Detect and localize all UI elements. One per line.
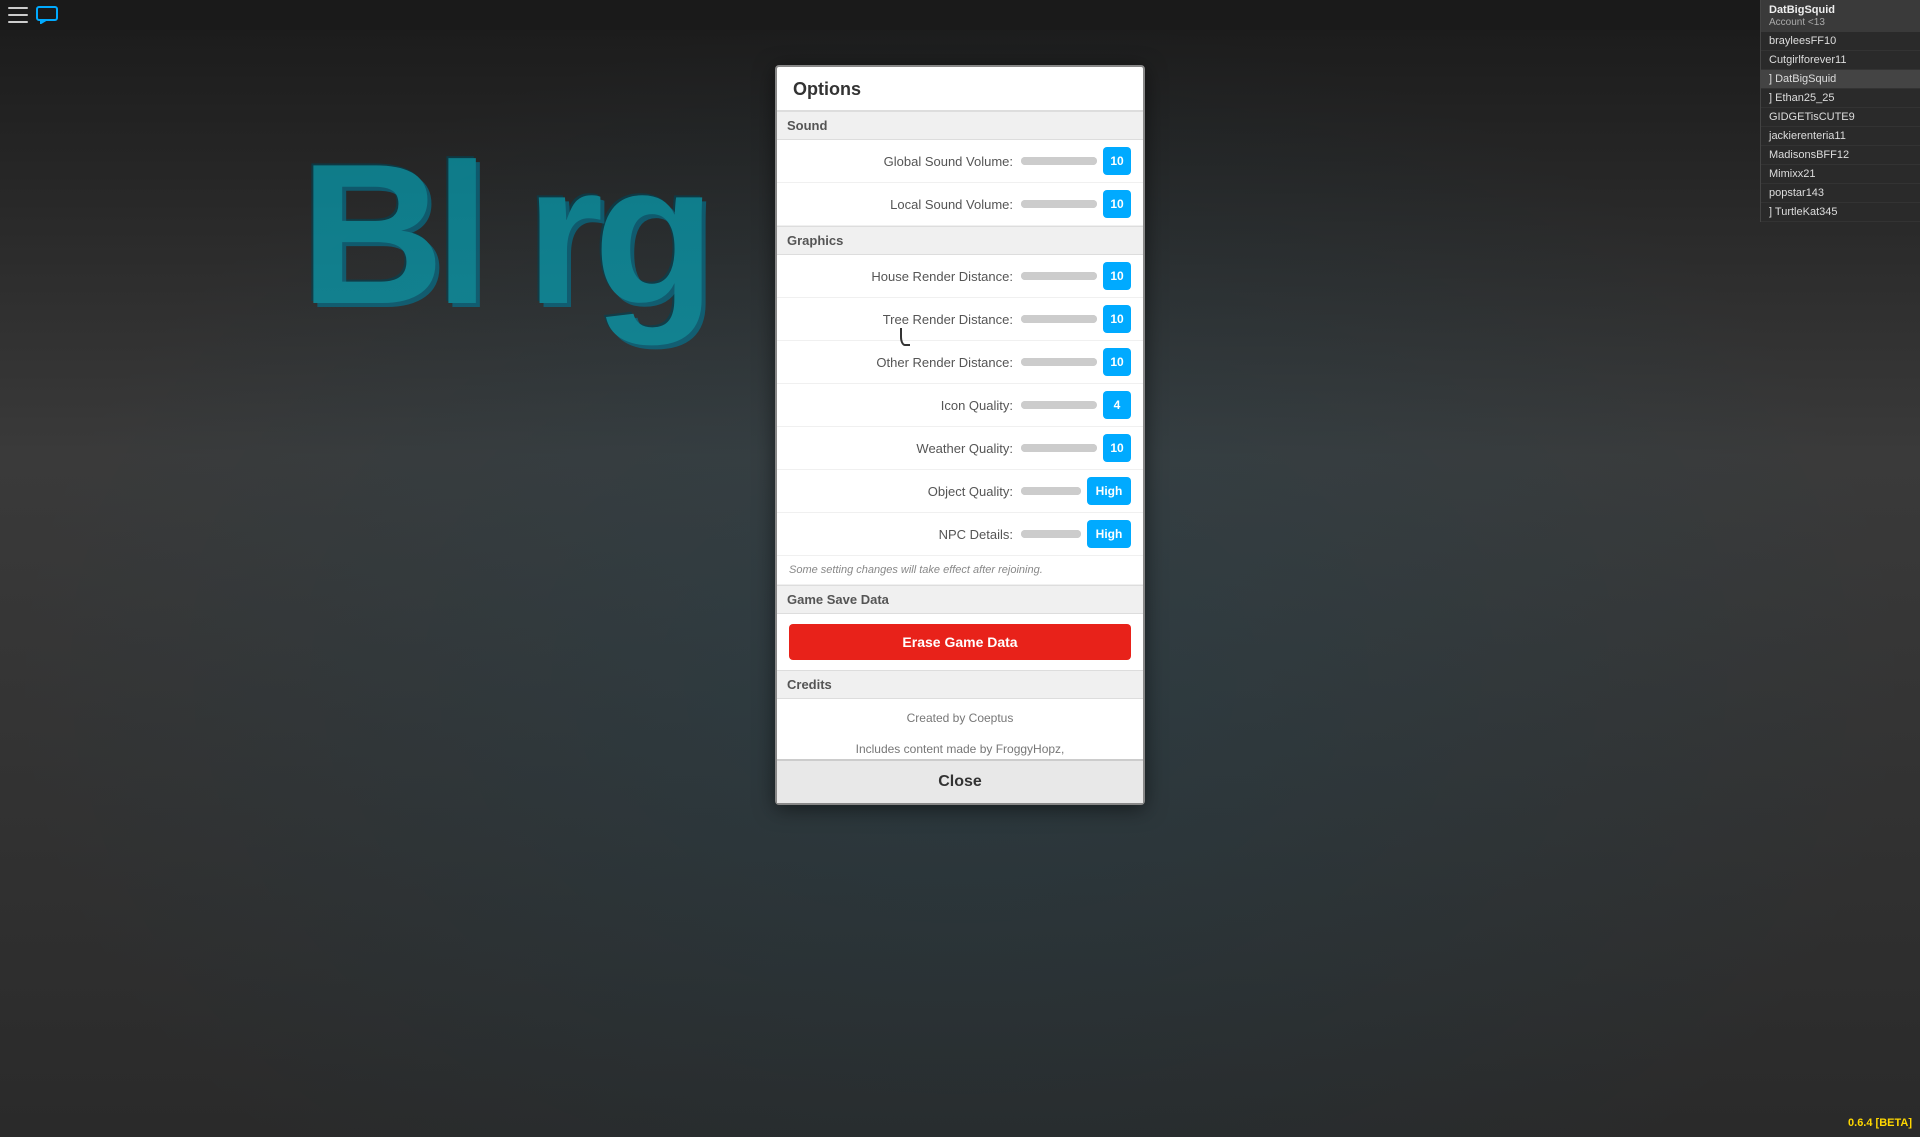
setting-label-house-render: House Render Distance:	[793, 269, 1013, 284]
setting-control-local-sound[interactable]: 10	[1021, 190, 1131, 218]
setting-npc-details: NPC Details: High	[777, 513, 1143, 556]
slider-tree-render[interactable]	[1021, 315, 1097, 323]
value-global-sound: 10	[1103, 147, 1131, 175]
slider-other-render[interactable]	[1021, 358, 1097, 366]
setting-tree-render: Tree Render Distance: 10	[777, 298, 1143, 341]
erase-game-data-button[interactable]: Erase Game Data	[789, 624, 1131, 660]
value-other-render: 10	[1103, 348, 1131, 376]
value-npc-details: High	[1087, 520, 1131, 548]
account-panel: DatBigSquid Account <13 brayleesFF10 Cut…	[1760, 0, 1920, 222]
slider-icon-quality[interactable]	[1021, 401, 1097, 409]
section-game-save: Game Save Data	[777, 585, 1143, 614]
setting-label-global-sound: Global Sound Volume:	[793, 154, 1013, 169]
value-local-sound: 10	[1103, 190, 1131, 218]
settings-note: Some setting changes will take effect af…	[777, 556, 1143, 585]
player-item-self[interactable]: ] DatBigSquid	[1761, 70, 1920, 89]
player-list: brayleesFF10 Cutgirlforever11 ] DatBigSq…	[1761, 32, 1920, 222]
dialog-body[interactable]: Sound Global Sound Volume: 10 Local Soun…	[777, 111, 1143, 759]
account-sub: Account <13	[1769, 17, 1825, 28]
slider-global-sound[interactable]	[1021, 157, 1097, 165]
section-graphics: Graphics	[777, 226, 1143, 255]
player-item[interactable]: Cutgirlforever11	[1761, 51, 1920, 70]
setting-label-local-sound: Local Sound Volume:	[793, 197, 1013, 212]
close-button[interactable]: Close	[777, 761, 1143, 803]
player-item[interactable]: brayleesFF10	[1761, 32, 1920, 51]
player-item[interactable]: jackierenteria11	[1761, 127, 1920, 146]
player-item[interactable]: popstar143	[1761, 184, 1920, 203]
setting-label-other-render: Other Render Distance:	[793, 355, 1013, 370]
slider-local-sound[interactable]	[1021, 200, 1097, 208]
player-item[interactable]: GIDGETisCUTE9	[1761, 108, 1920, 127]
value-weather-quality: 10	[1103, 434, 1131, 462]
section-credits: Credits	[777, 670, 1143, 699]
setting-control-house-render[interactable]: 10	[1021, 262, 1131, 290]
setting-label-icon-quality: Icon Quality:	[793, 398, 1013, 413]
topbar-left	[0, 6, 58, 24]
version-badge: 0.6.4 [BETA]	[1848, 1117, 1912, 1129]
account-username: DatBigSquid	[1769, 4, 1835, 16]
value-object-quality: High	[1087, 477, 1131, 505]
setting-label-weather-quality: Weather Quality:	[793, 441, 1013, 456]
setting-control-object-quality[interactable]: High	[1021, 477, 1131, 505]
setting-other-render: Other Render Distance: 10	[777, 341, 1143, 384]
setting-label-object-quality: Object Quality:	[793, 484, 1013, 499]
setting-global-sound: Global Sound Volume: 10	[777, 140, 1143, 183]
slider-npc-details[interactable]	[1021, 530, 1081, 538]
player-item[interactable]: ] Ethan25_25	[1761, 89, 1920, 108]
setting-label-tree-render: Tree Render Distance:	[793, 312, 1013, 327]
setting-control-global-sound[interactable]: 10	[1021, 147, 1131, 175]
setting-control-tree-render[interactable]: 10	[1021, 305, 1131, 333]
setting-icon-quality: Icon Quality: 4	[777, 384, 1143, 427]
setting-control-weather-quality[interactable]: 10	[1021, 434, 1131, 462]
setting-control-npc-details[interactable]: High	[1021, 520, 1131, 548]
setting-control-icon-quality[interactable]: 4	[1021, 391, 1131, 419]
account-header: DatBigSquid Account <13	[1761, 0, 1920, 32]
dialog-title: Options	[777, 67, 1143, 111]
slider-weather-quality[interactable]	[1021, 444, 1097, 452]
dialog-overlay: Options Sound Global Sound Volume: 10 Lo…	[0, 0, 1920, 1137]
value-tree-render: 10	[1103, 305, 1131, 333]
setting-weather-quality: Weather Quality: 10	[777, 427, 1143, 470]
setting-local-sound: Local Sound Volume: 10	[777, 183, 1143, 226]
player-item[interactable]: ] TurtleKat345	[1761, 203, 1920, 222]
player-item[interactable]: MadisonsBFF12	[1761, 146, 1920, 165]
value-house-render: 10	[1103, 262, 1131, 290]
credits-content: Created by Coeptus Includes content made…	[777, 699, 1143, 759]
setting-object-quality: Object Quality: High	[777, 470, 1143, 513]
setting-control-other-render[interactable]: 10	[1021, 348, 1131, 376]
slider-object-quality[interactable]	[1021, 487, 1081, 495]
chat-icon[interactable]	[36, 6, 58, 24]
slider-house-render[interactable]	[1021, 272, 1097, 280]
setting-label-npc-details: NPC Details:	[793, 527, 1013, 542]
menu-icon[interactable]	[8, 7, 28, 23]
options-dialog: Options Sound Global Sound Volume: 10 Lo…	[775, 65, 1145, 805]
player-item[interactable]: Mimixx21	[1761, 165, 1920, 184]
credits-line-2: Includes content made by FroggyHopz,iiSa…	[789, 740, 1131, 759]
setting-house-render: House Render Distance: 10	[777, 255, 1143, 298]
value-icon-quality: 4	[1103, 391, 1131, 419]
section-sound: Sound	[777, 111, 1143, 140]
topbar	[0, 0, 1920, 30]
credits-line-1: Created by Coeptus	[789, 709, 1131, 728]
dialog-footer: Close	[777, 759, 1143, 803]
